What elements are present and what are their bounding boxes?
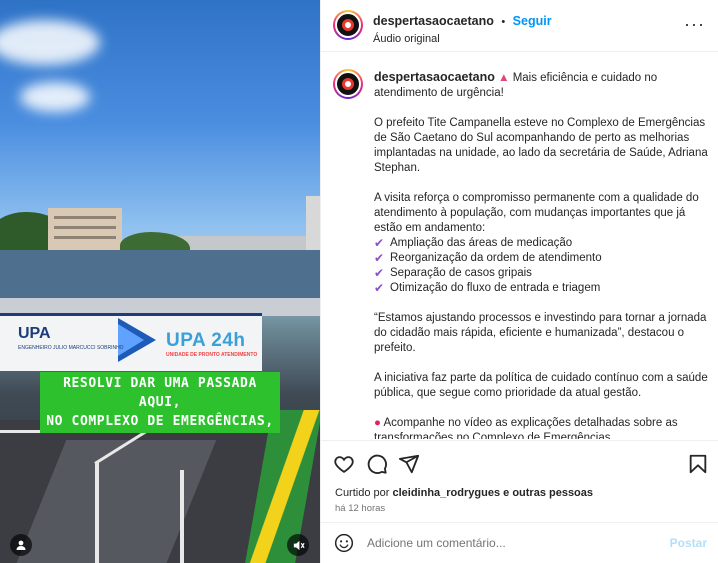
username-link[interactable]: despertasaocaetano: [373, 14, 494, 28]
post-caption-area: despertasaocaetano ▲ Mais eficiência e c…: [321, 53, 718, 439]
cloud: [20, 82, 90, 112]
follow-button[interactable]: Seguir: [513, 14, 552, 28]
background-building: [48, 208, 122, 256]
check-icon: ✔: [374, 266, 385, 280]
comment-icon[interactable]: [366, 453, 388, 475]
check-icon: ✔: [374, 281, 385, 295]
comment-input[interactable]: [367, 536, 637, 550]
caption-paragraph: A iniciativa faz parte da política de cu…: [374, 372, 708, 399]
caption-quote: “Estamos ajustando processos e investind…: [374, 312, 707, 354]
heart-icon[interactable]: [333, 453, 355, 475]
list-item: ✔ Separação de casos gripais: [374, 266, 532, 280]
caption-username[interactable]: despertasaocaetano: [374, 70, 495, 84]
railing: [180, 470, 184, 563]
list-item: ✔ Otimização do fluxo de entrada e triage…: [374, 281, 601, 295]
tagged-user-icon[interactable]: [10, 534, 32, 556]
dot-separator: •: [501, 16, 506, 28]
avatar[interactable]: [333, 69, 363, 99]
timestamp[interactable]: há 12 horas: [335, 503, 385, 514]
post-video[interactable]: UPA ENGENHEIRO JULIO MARCUCCI SOBRINHO U…: [0, 0, 320, 563]
party-emoji-icon: ▲: [498, 72, 510, 84]
caption-paragraph: A visita reforça o compromisso permanent…: [374, 192, 699, 234]
railing: [95, 462, 99, 563]
cloud: [0, 20, 100, 65]
post-panel: despertasaocaetano • Seguir Áudio origin…: [320, 0, 718, 563]
others-link[interactable]: e outras pessoas: [503, 487, 593, 499]
pin-icon: ●: [374, 417, 381, 429]
more-icon[interactable]: ···: [684, 14, 705, 35]
comment-bar: Postar: [321, 522, 718, 563]
check-icon: ✔: [374, 236, 385, 250]
liked-by: Curtido por cleidinha_rodrygues e outras…: [335, 487, 594, 499]
audio-label[interactable]: Áudio original: [373, 33, 552, 45]
action-bar: Curtido por cleidinha_rodrygues e outras…: [321, 440, 718, 522]
list-item: ✔ Reorganização da ordem de atendimento: [374, 251, 602, 265]
caption-paragraph: Acompanhe no vídeo as explicações detalh…: [374, 417, 678, 439]
background-building: [306, 196, 320, 256]
header-info: despertasaocaetano • Seguir Áudio origin…: [373, 12, 552, 45]
bullet-list: ✔ Ampliação das áreas de medicação ✔ Reorg…: [374, 236, 711, 296]
share-icon[interactable]: [398, 453, 420, 475]
post-header: despertasaocaetano • Seguir Áudio origin…: [321, 0, 718, 52]
building-canopy: [0, 250, 320, 298]
mute-icon[interactable]: [287, 534, 309, 556]
avatar[interactable]: [333, 10, 363, 40]
sign-right-text: UPA 24h UNIDADE DE PRONTO ATENDIMENTO: [166, 330, 258, 358]
caption-paragraph: O prefeito Tite Campanella esteve no Com…: [374, 117, 708, 174]
video-caption: RESOLVI DAR UMA PASSADA AQUI, NO COMPLEX…: [40, 372, 280, 433]
post-comment-button[interactable]: Postar: [670, 536, 707, 550]
list-item: ✔ Ampliação das áreas de medicação: [374, 236, 573, 250]
post-caption: despertasaocaetano ▲ Mais eficiência e c…: [374, 70, 711, 439]
check-icon: ✔: [374, 251, 385, 265]
liked-user-link[interactable]: cleidinha_rodrygues: [392, 487, 500, 499]
bookmark-icon[interactable]: [687, 453, 709, 475]
emoji-icon[interactable]: [334, 533, 354, 553]
sign-left-text: UPA ENGENHEIRO JULIO MARCUCCI SOBRINHO: [18, 325, 124, 351]
